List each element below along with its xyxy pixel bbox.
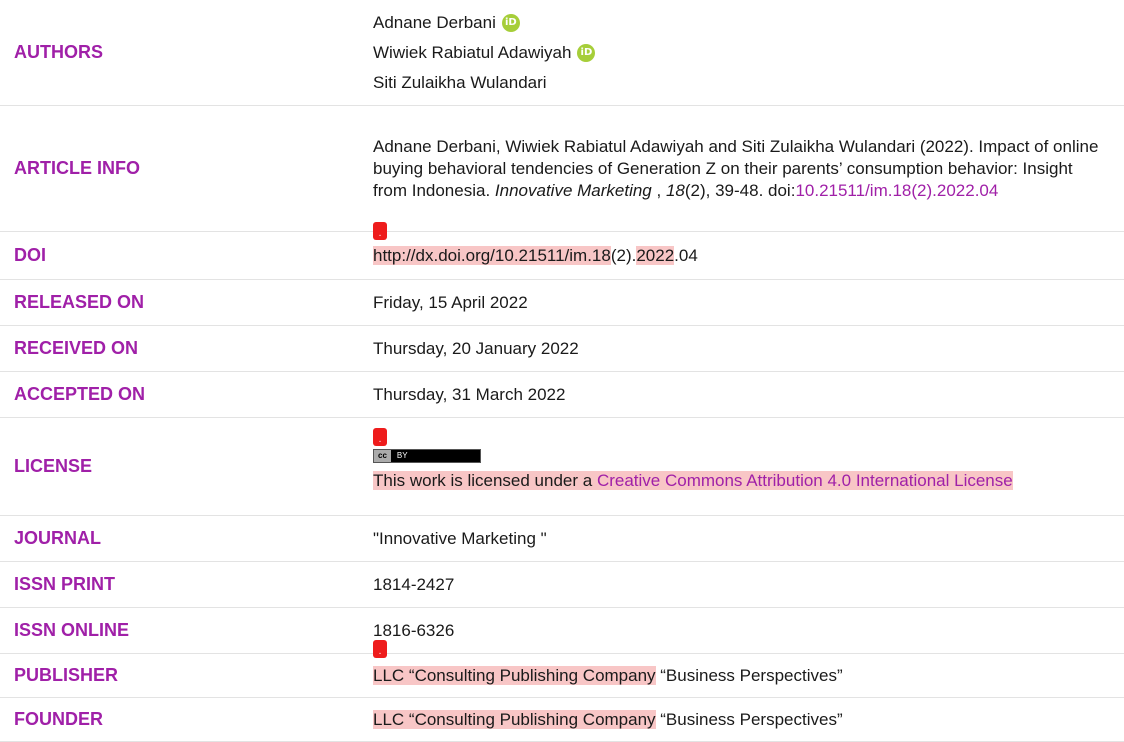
founder-rest: “Business Perspectives” (655, 709, 843, 729)
publisher-rest: “Business Perspectives” (655, 665, 843, 685)
author-item: Wiwiek Rabiatul Adawiyah iD (373, 38, 1108, 68)
author-item: Siti Zulaikha Wulandari (373, 68, 1108, 98)
cc-by-badge-icon[interactable]: cc BY (373, 448, 481, 463)
issn-print-row: ISSN PRINT 1814-2427 (0, 562, 1124, 608)
license-row: LICENSE cc BY This work is licensed unde… (0, 418, 1124, 516)
doi-label: DOI (14, 245, 47, 265)
by-label: BY (396, 450, 408, 460)
received-label: RECEIVED ON (14, 338, 139, 358)
released-label: RELEASED ON (14, 292, 145, 312)
orcid-icon[interactable]: iD (501, 13, 520, 32)
received-value: Thursday, 20 January 2022 (373, 338, 579, 358)
doi-part[interactable]: (2). (611, 246, 637, 265)
doi-part[interactable]: http://dx.doi.org/10.21511/im.18 (373, 245, 611, 265)
journal-row: JOURNAL "Innovative Marketing " (0, 516, 1124, 562)
founder-row: FOUNDER LLC “Consulting Publishing Compa… (0, 698, 1124, 742)
publisher-row: PUBLISHER LLC “Consulting Publishing Com… (0, 654, 1124, 698)
authors-list: Adnane Derbani iD Wiwiek Rabiatul Adawiy… (373, 8, 1124, 98)
issn-print-value: 1814-2427 (373, 574, 455, 594)
accepted-row: ACCEPTED ON Thursday, 31 March 2022 (0, 372, 1124, 418)
journal-value: "Innovative Marketing " (373, 528, 547, 548)
citation-doi-link[interactable]: 10.21511/im.18(2).2022.04 (795, 181, 998, 200)
issn-online-value: 1816-6326 (373, 620, 455, 640)
publisher-label: PUBLISHER (14, 665, 119, 685)
received-row: RECEIVED ON Thursday, 20 January 2022 (0, 326, 1124, 372)
founder-value: LLC “Consulting Publishing Company “Busi… (373, 709, 1124, 731)
license-label: LICENSE (14, 456, 93, 476)
accepted-value: Thursday, 31 March 2022 (373, 384, 566, 404)
doi-part[interactable]: 2022 (636, 245, 675, 265)
released-row: RELEASED ON Friday, 15 April 2022 (0, 280, 1124, 326)
doi-part[interactable]: .04 (674, 246, 698, 265)
citation-volume: 18 (665, 180, 685, 200)
issn-online-row: ISSN ONLINE 1816-6326 (0, 608, 1124, 654)
orcid-icon[interactable]: iD (577, 43, 596, 62)
journal-label: JOURNAL (14, 528, 102, 548)
issn-online-label: ISSN ONLINE (14, 620, 130, 640)
author-name[interactable]: Adnane Derbani (373, 12, 496, 34)
citation-pages: (2), 39-48. doi: (684, 180, 796, 200)
cc-logo-icon: cc (374, 449, 391, 462)
accepted-label: ACCEPTED ON (14, 384, 146, 404)
annotation-marker: . (373, 222, 387, 240)
article-info-row: ARTICLE INFO Adnane Derbani, Wiwiek Rabi… (0, 106, 1124, 232)
annotation-marker: . (373, 428, 387, 446)
doi-row: DOI http://dx.doi.org/10.21511/im.18(2).… (0, 232, 1124, 280)
license-link[interactable]: Creative Commons Attribution 4.0 Interna… (597, 471, 1013, 490)
founder-label: FOUNDER (14, 709, 103, 729)
license-sentence: This work is licensed under a (373, 470, 597, 490)
annotation-marker: . (373, 640, 387, 658)
authors-row: AUTHORS Adnane Derbani iD Wiwiek Rabiatu… (0, 0, 1124, 106)
article-info-citation: Adnane Derbani, Wiwiek Rabiatul Adawiyah… (373, 136, 1124, 202)
license-value: cc BY This work is licensed under a Crea… (373, 442, 1124, 492)
article-metadata-table: AUTHORS Adnane Derbani iD Wiwiek Rabiatu… (0, 0, 1124, 742)
released-value: Friday, 15 April 2022 (373, 292, 528, 312)
issn-print-label: ISSN PRINT (14, 574, 116, 594)
license-text: This work is licensed under a Creative C… (373, 470, 1013, 490)
article-info-label: ARTICLE INFO (14, 158, 140, 178)
authors-label: AUTHORS (14, 42, 103, 62)
publisher-highlight: LLC “Consulting Publishing Company (373, 665, 656, 685)
publisher-value: LLC “Consulting Publishing Company “Busi… (373, 665, 1124, 687)
author-name[interactable]: Siti Zulaikha Wulandari (373, 72, 547, 94)
citation-journal: Innovative Marketing (494, 180, 652, 200)
doi-value[interactable]: http://dx.doi.org/10.21511/im.18(2).2022… (373, 245, 1124, 267)
citation-separator: , (651, 180, 666, 200)
author-name[interactable]: Wiwiek Rabiatul Adawiyah (373, 42, 571, 64)
author-item: Adnane Derbani iD (373, 8, 1108, 38)
founder-highlight: LLC “Consulting Publishing Company (373, 709, 656, 729)
